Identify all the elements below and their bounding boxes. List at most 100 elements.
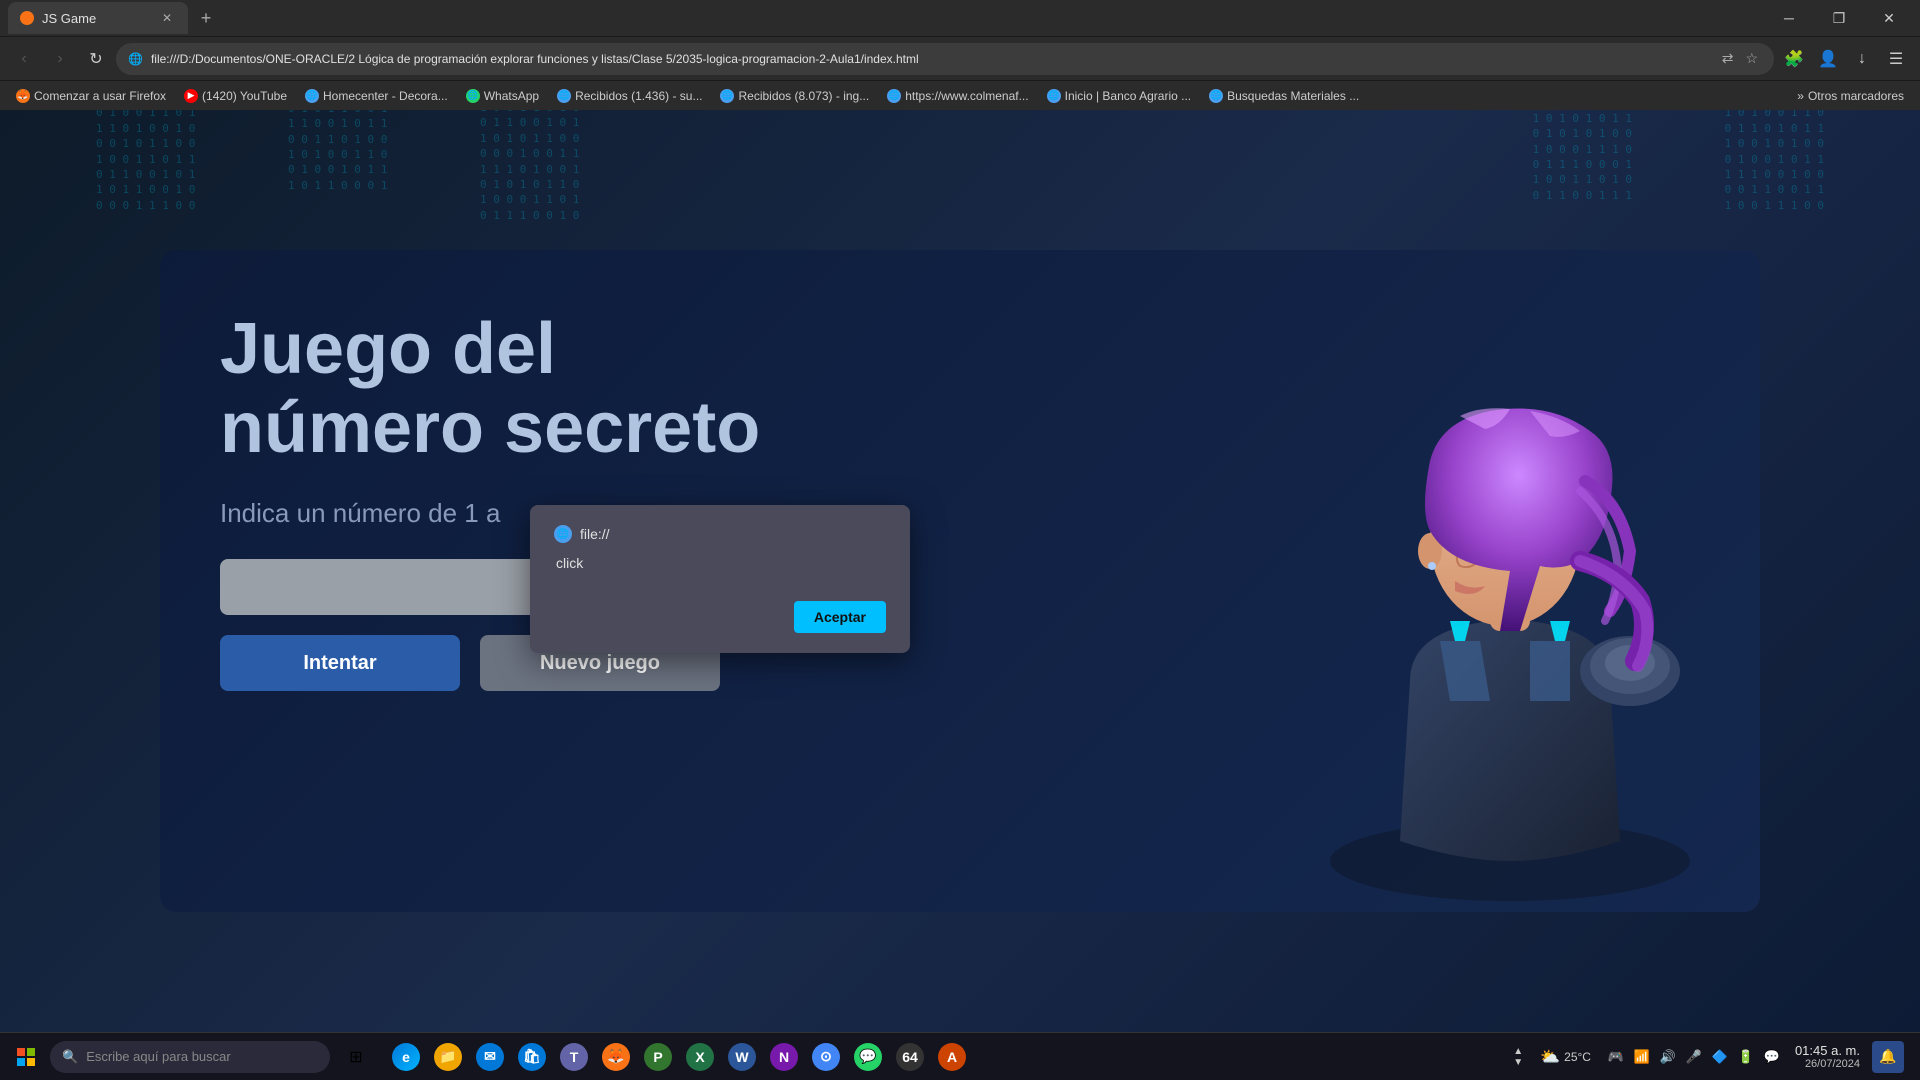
teams-icon: T bbox=[560, 1043, 588, 1071]
modal-header: 🌐 file:// bbox=[554, 525, 886, 543]
bookmark-inbox2[interactable]: 🌐 Recibidos (8.073) - ing... bbox=[712, 87, 877, 105]
bookmark-busquedas-label: Busquedas Materiales ... bbox=[1227, 89, 1359, 103]
bookmark-youtube-label: (1420) YouTube bbox=[202, 89, 287, 103]
modal-dialog: 🌐 file:// click Aceptar bbox=[530, 505, 910, 653]
store-app[interactable]: 🛍 bbox=[512, 1037, 552, 1077]
modal-overlay: 🌐 file:// click Aceptar bbox=[160, 250, 1760, 912]
bookmark-whatsapp-label: WhatsApp bbox=[484, 89, 539, 103]
tab-close-button[interactable]: ✕ bbox=[158, 9, 176, 27]
extra-app-icon: A bbox=[938, 1043, 966, 1071]
menu-button[interactable]: ☰ bbox=[1880, 43, 1912, 75]
bookmark-inbox2-icon: 🌐 bbox=[720, 89, 734, 103]
address-lock-icon: 🌐 bbox=[128, 52, 143, 66]
bookmark-colmenaf-icon: 🌐 bbox=[887, 89, 901, 103]
notification-button[interactable]: 🔔 bbox=[1872, 1041, 1904, 1073]
bookmark-homecenter-icon: 🌐 bbox=[305, 89, 319, 103]
search-icon: 🔍 bbox=[62, 1049, 78, 1065]
clock-time: 01:45 a. m. bbox=[1795, 1043, 1860, 1058]
file-explorer-icon: 📁 bbox=[434, 1043, 462, 1071]
tray-msg-icon[interactable]: 💬 bbox=[1761, 1046, 1783, 1068]
forward-button[interactable]: › bbox=[44, 43, 76, 75]
new-tab-button[interactable]: + bbox=[192, 4, 220, 32]
browser-tab[interactable]: JS Game ✕ bbox=[8, 2, 188, 34]
back-button[interactable]: ‹ bbox=[8, 43, 40, 75]
firefox-app[interactable]: 🦊 bbox=[596, 1037, 636, 1077]
tray-game-icon[interactable]: 🎮 bbox=[1605, 1046, 1627, 1068]
sync-button[interactable]: ↓ bbox=[1846, 43, 1878, 75]
onenote-icon: N bbox=[770, 1043, 798, 1071]
whatsapp-app[interactable]: 💬 bbox=[848, 1037, 888, 1077]
scroll-up-icon: ▲ bbox=[1513, 1046, 1523, 1057]
maximize-button[interactable]: ❐ bbox=[1816, 2, 1862, 34]
bookmark-whatsapp[interactable]: 🌐 WhatsApp bbox=[458, 87, 547, 105]
profile-button[interactable]: 👤 bbox=[1812, 43, 1844, 75]
bookmark-firefox-icon: 🦊 bbox=[16, 89, 30, 103]
modal-accept-button[interactable]: Aceptar bbox=[794, 601, 886, 633]
file-explorer-app[interactable]: 📁 bbox=[428, 1037, 468, 1077]
whatsapp-icon: 💬 bbox=[854, 1043, 882, 1071]
minimize-button[interactable]: ─ bbox=[1766, 2, 1812, 34]
bookmark-busquedas[interactable]: 🌐 Busquedas Materiales ... bbox=[1201, 87, 1367, 105]
bookmarks-more-label: Otros marcadores bbox=[1808, 89, 1904, 103]
extensions-button[interactable]: 🧩 bbox=[1778, 43, 1810, 75]
taskbar-clock[interactable]: 01:45 a. m. 26/07/2024 bbox=[1791, 1041, 1864, 1072]
binary-col-3: 1 0 0 1 1 0 1 00 1 1 0 0 1 0 11 0 1 0 1 … bbox=[480, 110, 579, 223]
bookmark-homecenter[interactable]: 🌐 Homecenter - Decora... bbox=[297, 87, 456, 105]
task-view-icon: ⊞ bbox=[349, 1047, 362, 1067]
onenote-app[interactable]: N bbox=[764, 1037, 804, 1077]
tray-bluetooth-icon[interactable]: 🔷 bbox=[1709, 1046, 1731, 1068]
bookmarks-more-button[interactable]: » Otros marcadores bbox=[1789, 87, 1912, 105]
scroll-widget[interactable]: ▲ ▼ bbox=[1510, 1037, 1526, 1077]
translate-icon[interactable]: ⇄ bbox=[1718, 48, 1738, 69]
bookmark-inbox1-label: Recibidos (1.436) - su... bbox=[575, 89, 702, 103]
weather-widget[interactable]: ⛅ 25°C bbox=[1534, 1037, 1597, 1077]
edge-app[interactable]: e bbox=[386, 1037, 426, 1077]
binary-col-5: 1 1 0 0 1 0 1 00 0 1 1 0 1 0 11 0 1 0 1 … bbox=[1533, 110, 1632, 203]
weather-icon: ⛅ bbox=[1540, 1047, 1560, 1067]
bookmark-colmenaf[interactable]: 🌐 https://www.colmenaf... bbox=[879, 87, 1036, 105]
bookmark-youtube-icon: ▶ bbox=[184, 89, 198, 103]
bookmark-inbox1[interactable]: 🌐 Recibidos (1.436) - su... bbox=[549, 87, 710, 105]
bookmark-banco[interactable]: 🌐 Inicio | Banco Agrario ... bbox=[1039, 87, 1200, 105]
modal-file-icon: 🌐 bbox=[554, 525, 572, 543]
chrome-app[interactable]: ⊙ bbox=[806, 1037, 846, 1077]
app64[interactable]: 64 bbox=[890, 1037, 930, 1077]
game-card: Juego del número secreto Indica un númer… bbox=[160, 250, 1760, 912]
tray-network-icon[interactable]: 📶 bbox=[1631, 1046, 1653, 1068]
reload-button[interactable]: ↻ bbox=[80, 43, 112, 75]
start-button[interactable] bbox=[8, 1039, 44, 1075]
task-view-button[interactable]: ⊞ bbox=[336, 1037, 376, 1077]
tray-mic-icon[interactable]: 🎤 bbox=[1683, 1046, 1705, 1068]
windows-logo-icon bbox=[17, 1048, 35, 1066]
title-bar: JS Game ✕ + ─ ❐ ✕ bbox=[0, 0, 1920, 36]
teams-app[interactable]: T bbox=[554, 1037, 594, 1077]
address-right-actions: ⇄ ☆ bbox=[1718, 48, 1762, 69]
tab-favicon bbox=[20, 11, 34, 25]
bookmark-firefox[interactable]: 🦊 Comenzar a usar Firefox bbox=[8, 87, 174, 105]
extra-app[interactable]: A bbox=[932, 1037, 972, 1077]
bookmark-homecenter-label: Homecenter - Decora... bbox=[323, 89, 448, 103]
mail-app[interactable]: ✉ bbox=[470, 1037, 510, 1077]
project-app[interactable]: P bbox=[638, 1037, 678, 1077]
excel-app[interactable]: X bbox=[680, 1037, 720, 1077]
tray-battery-icon[interactable]: 🔋 bbox=[1735, 1046, 1757, 1068]
tray-speaker-icon[interactable]: 🔊 bbox=[1657, 1046, 1679, 1068]
close-button[interactable]: ✕ bbox=[1866, 2, 1912, 34]
mail-icon: ✉ bbox=[476, 1043, 504, 1071]
word-app[interactable]: W bbox=[722, 1037, 762, 1077]
word-icon: W bbox=[728, 1043, 756, 1071]
taskbar-right: ▲ ▼ ⛅ 25°C 🎮 📶 🔊 🎤 🔷 🔋 💬 01:45 a. m. bbox=[1510, 1037, 1912, 1077]
bookmark-busquedas-icon: 🌐 bbox=[1209, 89, 1223, 103]
address-bar[interactable]: 🌐 file:///D:/Documentos/ONE-ORACLE/2 Lóg… bbox=[116, 43, 1774, 75]
tab-title: JS Game bbox=[42, 11, 150, 26]
nav-bar: ‹ › ↻ 🌐 file:///D:/Documentos/ONE-ORACLE… bbox=[0, 36, 1920, 80]
bookmark-youtube[interactable]: ▶ (1420) YouTube bbox=[176, 87, 295, 105]
modal-actions: Aceptar bbox=[554, 601, 886, 633]
window-controls: ─ ❐ ✕ bbox=[1766, 2, 1912, 34]
project-icon: P bbox=[644, 1043, 672, 1071]
bookmark-star-icon[interactable]: ☆ bbox=[1741, 48, 1762, 69]
address-url: file:///D:/Documentos/ONE-ORACLE/2 Lógic… bbox=[151, 52, 1710, 66]
clock-date: 26/07/2024 bbox=[1795, 1058, 1860, 1070]
taskbar-search[interactable]: 🔍 Escribe aquí para buscar bbox=[50, 1041, 330, 1073]
bookmarks-bar: 🦊 Comenzar a usar Firefox ▶ (1420) YouTu… bbox=[0, 80, 1920, 110]
